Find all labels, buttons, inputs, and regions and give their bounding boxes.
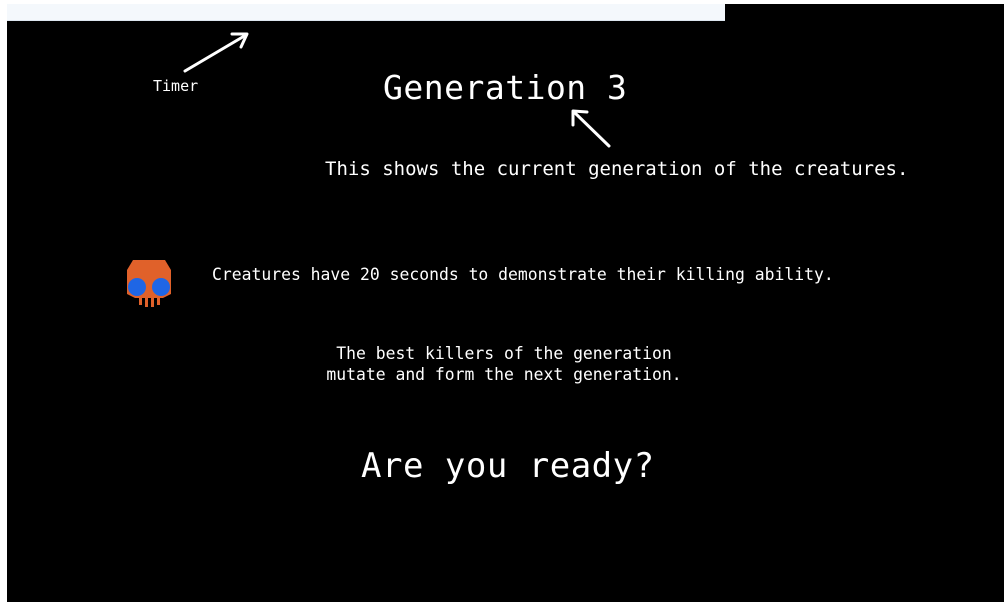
creature-description: Creatures have 20 seconds to demonstrate… [212,265,834,284]
evolution-line-2: mutate and form the next generation. [326,365,682,384]
creature-icon [127,260,171,307]
evolution-line-1: The best killers of the generation [336,344,672,363]
timer-bar [7,4,725,21]
generation-title: Generation 3 [383,68,628,107]
generation-description: This shows the current generation of the… [325,158,909,180]
game-canvas[interactable]: Timer Generation 3 This shows the curren… [7,4,1004,602]
ready-prompt: Are you ready? [361,446,655,486]
timer-label: Timer [153,77,199,95]
generation-arrow-icon [571,109,611,148]
evolution-description: The best killers of the generation mutat… [283,343,725,385]
timer-arrow-icon [183,32,249,73]
